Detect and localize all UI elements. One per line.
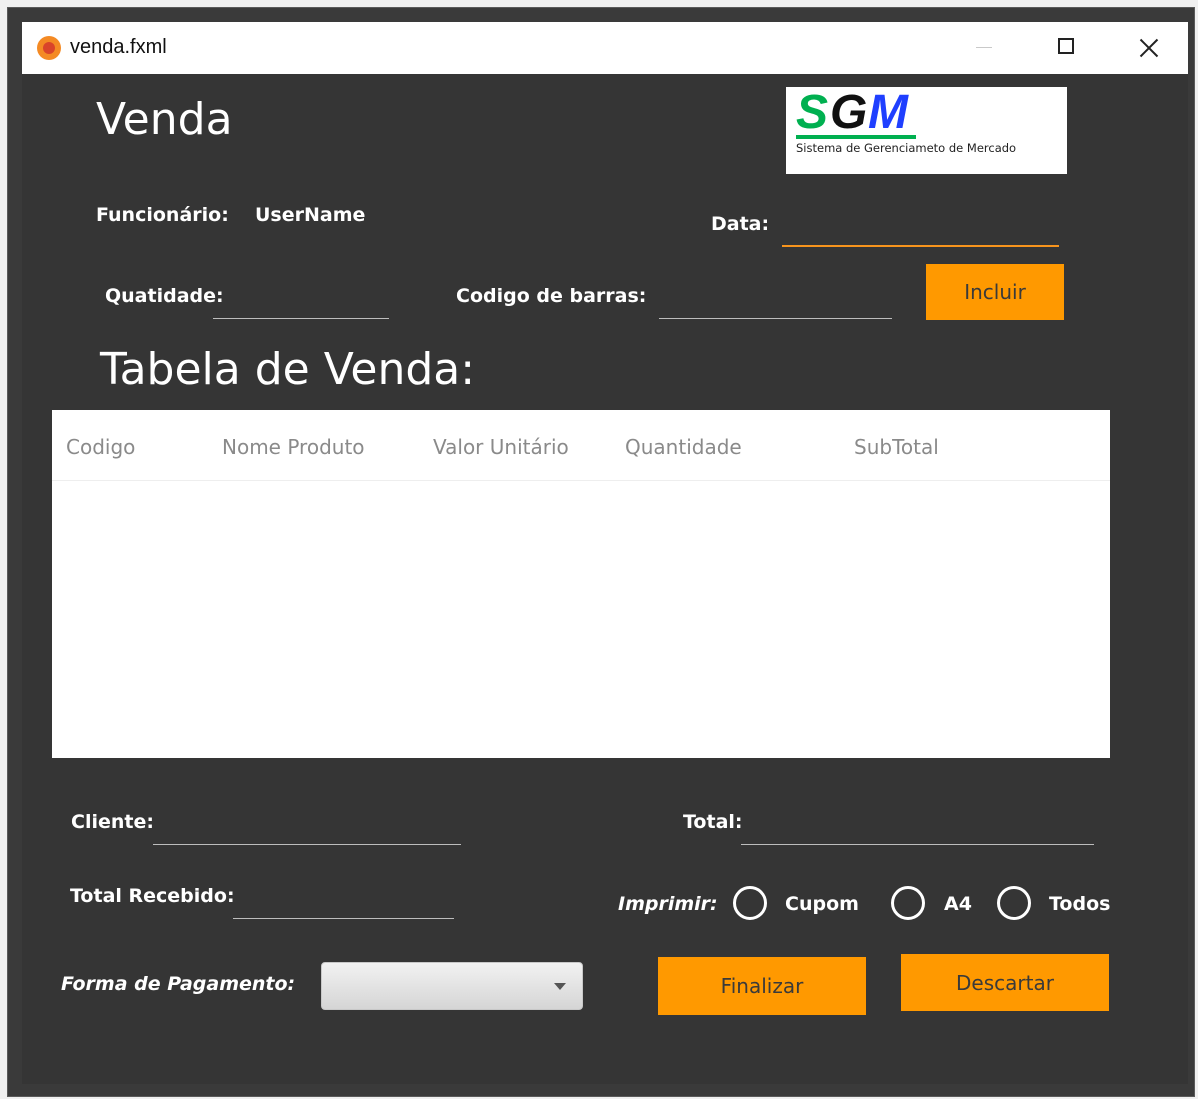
column-header-valor-unitario[interactable]: Valor Unitário [433, 435, 569, 459]
minimize-button[interactable] [954, 22, 1014, 74]
quantidade-label: Quatidade: [105, 285, 224, 307]
logo-subtitle: Sistema de Gerenciameto de Mercado [796, 141, 1017, 155]
total-input[interactable] [741, 817, 1098, 846]
sgm-logo: S G M Sistema de Gerenciameto de Mercado [786, 86, 1067, 174]
data-input[interactable] [782, 219, 1063, 247]
logo-letter-s: S [796, 86, 829, 139]
codigo-barras-label: Codigo de barras: [456, 285, 647, 307]
column-header-nome-produto[interactable]: Nome Produto [222, 435, 365, 459]
quantidade-input[interactable] [213, 291, 393, 320]
forma-pagamento-label: Forma de Pagamento: [61, 973, 296, 995]
radio-todos-label[interactable]: Todos [1049, 893, 1110, 915]
sales-table[interactable]: Codigo Nome Produto Valor Unitário Quant… [52, 410, 1110, 758]
cliente-label: Cliente: [71, 811, 154, 833]
finalizar-button[interactable]: Finalizar [658, 957, 866, 1015]
imprimir-label: Imprimir: [618, 893, 718, 915]
total-recebido-field[interactable] [233, 891, 458, 920]
column-header-codigo[interactable]: Codigo [66, 435, 135, 459]
incluir-button[interactable]: Incluir [926, 264, 1064, 320]
close-button[interactable] [1118, 22, 1178, 74]
maximize-button[interactable] [1036, 22, 1096, 74]
data-field[interactable] [782, 219, 1063, 247]
quantidade-field[interactable] [213, 291, 393, 320]
radio-a4[interactable] [891, 886, 925, 920]
venda-content: Venda S G M Sistema de Gerenciameto de M… [22, 74, 1188, 1084]
radio-cupom-label[interactable]: Cupom [785, 893, 859, 915]
forma-pagamento-select[interactable] [321, 962, 583, 1010]
table-title: Tabela de Venda: [100, 344, 476, 395]
cliente-field[interactable] [153, 817, 465, 846]
total-field[interactable] [741, 817, 1098, 846]
data-label: Data: [711, 213, 770, 235]
total-recebido-input[interactable] [233, 891, 458, 920]
logo-underline [796, 135, 916, 139]
funcionario-label: Funcionário: [96, 204, 229, 226]
radio-cupom[interactable] [733, 886, 767, 920]
column-header-subtotal[interactable]: SubTotal [854, 435, 939, 459]
codigo-barras-input[interactable] [659, 291, 896, 320]
table-header: Codigo Nome Produto Valor Unitário Quant… [52, 410, 1110, 481]
column-header-quantidade[interactable]: Quantidade [625, 435, 742, 459]
java-app-icon [37, 36, 61, 60]
total-label: Total: [683, 811, 743, 833]
codigo-barras-field[interactable] [659, 291, 896, 320]
logo-letter-g: G [830, 86, 868, 139]
cliente-input[interactable] [153, 817, 465, 846]
funcionario-value: UserName [255, 204, 366, 226]
title-bar: venda.fxml [22, 22, 1188, 74]
chevron-down-icon[interactable] [554, 983, 566, 990]
radio-todos[interactable] [997, 886, 1031, 920]
window-title: venda.fxml [70, 36, 167, 58]
total-recebido-label: Total Recebido: [70, 885, 235, 907]
radio-a4-label[interactable]: A4 [944, 893, 972, 915]
page-title: Venda [96, 94, 233, 145]
descartar-button[interactable]: Descartar [901, 954, 1109, 1011]
logo-letter-m: M [868, 86, 908, 139]
